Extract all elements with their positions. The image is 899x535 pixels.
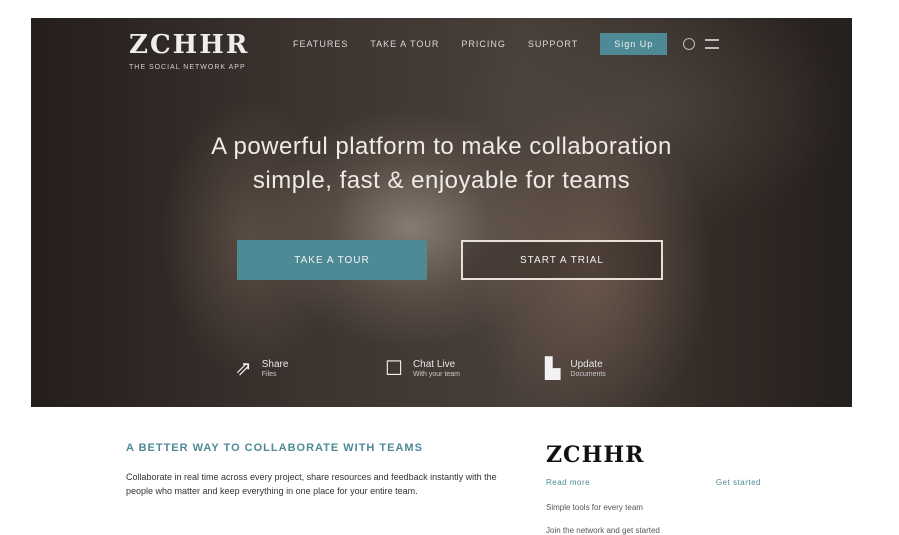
- intro-text: Collaborate in real time across every pr…: [126, 472, 497, 496]
- take-tour-button[interactable]: TAKE A TOUR: [237, 240, 427, 280]
- side-link-read-more[interactable]: Read more: [546, 478, 590, 487]
- nav-link-pricing[interactable]: Pricing: [461, 39, 506, 49]
- nav-link-features[interactable]: Features: [293, 39, 348, 49]
- share-icon: ⇗: [235, 358, 252, 380]
- feature-doc: ▙ Update Documents: [545, 356, 606, 381]
- feature-title: Share: [261, 359, 289, 370]
- nav-icons: [683, 38, 720, 50]
- side-logo: ZCHHR: [546, 442, 645, 468]
- start-trial-button[interactable]: START A TRIAL: [461, 240, 663, 280]
- logo-tagline: THE SOCIAL NETWORK APP: [129, 64, 246, 71]
- feature-title: Chat Live: [412, 359, 456, 370]
- feature-sub: Documents: [570, 371, 606, 378]
- hero-overlay: [31, 18, 852, 407]
- menu-icon[interactable]: [705, 39, 720, 49]
- hero-section: ZCHHR THE SOCIAL NETWORK APP Features Ta…: [31, 18, 852, 407]
- feature-title: Update: [570, 359, 603, 370]
- logo-text: ZCHHR: [129, 30, 250, 60]
- search-icon[interactable]: [683, 38, 696, 50]
- main-nav: Features Take a Tour Pricing Support Sig…: [293, 33, 720, 55]
- feature-share: ⇗ Share Files: [235, 356, 288, 381]
- nav-link-support[interactable]: Support: [528, 39, 578, 49]
- side-line: Join the network and get started: [546, 526, 660, 535]
- feature-chat: ☐ Chat Live With your team: [385, 356, 460, 381]
- feature-sub: Files: [261, 371, 277, 378]
- side-line: Simple tools for every team: [546, 503, 643, 512]
- feature-sub: With your team: [412, 371, 461, 378]
- intro-title: A BETTER WAY TO COLLABORATE WITH TEAMS: [126, 442, 423, 454]
- nav-link-tour[interactable]: Take a Tour: [370, 39, 439, 49]
- signup-button[interactable]: Sign Up: [600, 33, 668, 55]
- headline-line-2: simple, fast & enjoyable for teams: [252, 167, 631, 194]
- side-link-get-started[interactable]: Get started: [716, 478, 761, 487]
- side-links: Read more Get started: [546, 478, 761, 487]
- hero-headline: A powerful platform to make collaboratio…: [31, 130, 852, 198]
- headline-line-1: A powerful platform to make collaboratio…: [211, 133, 672, 160]
- side-text: Simple tools for every team Join the net…: [546, 496, 761, 535]
- chat-icon: ☐: [385, 358, 403, 380]
- doc-icon: ▙: [545, 358, 561, 380]
- logo[interactable]: ZCHHR THE SOCIAL NETWORK APP: [129, 30, 249, 71]
